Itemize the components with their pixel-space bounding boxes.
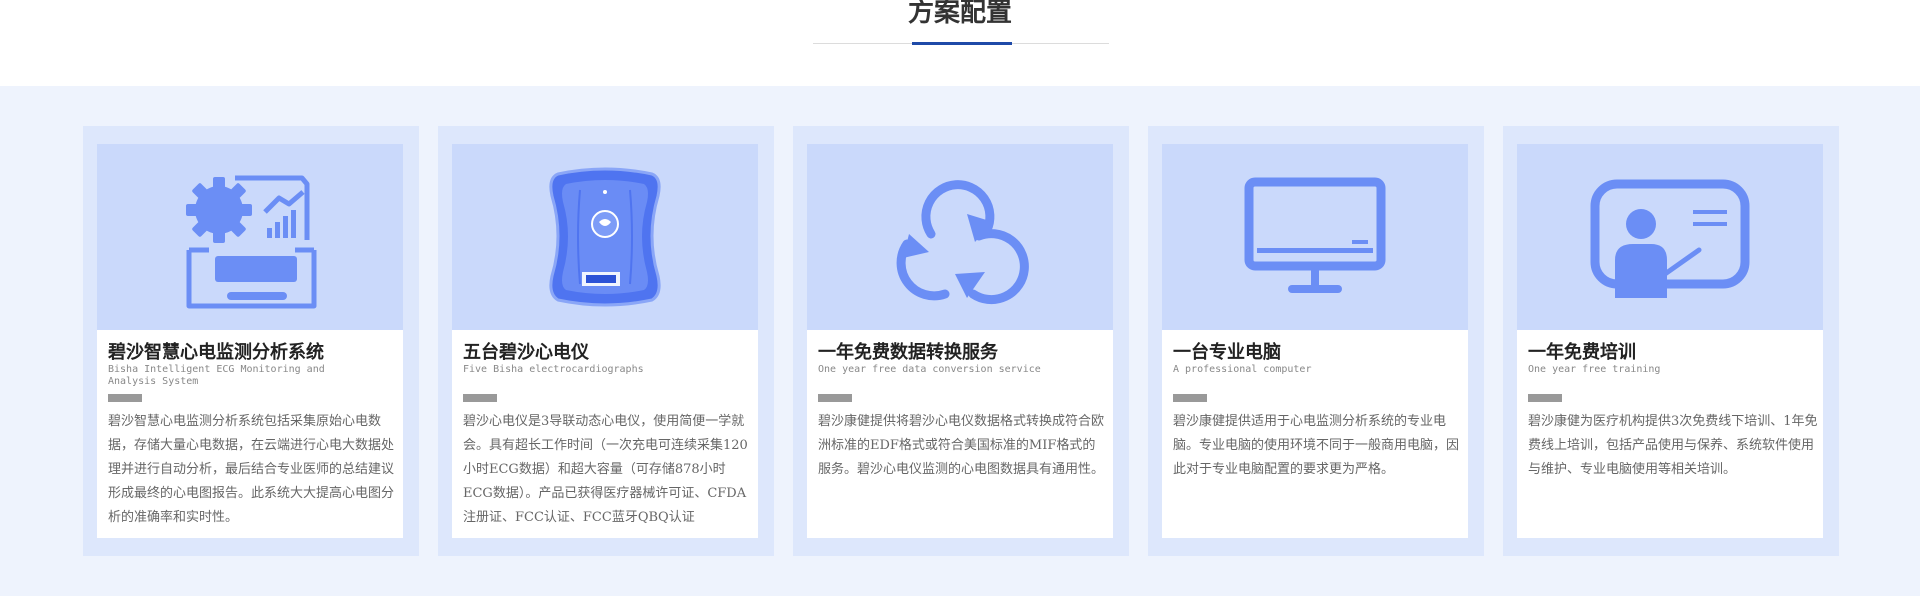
card-subtitle: A professional computer [1173,364,1312,375]
card-divider [463,394,497,402]
solution-card-computer[interactable]: 一台专业电脑 A professional computer 碧沙康健提供适用于… [1148,126,1484,556]
section-header: 方案配置 [0,0,1920,86]
card-title: 一台专业电脑 [1173,342,1281,363]
card-divider [1173,394,1207,402]
solution-card-devices[interactable]: 五台碧沙心电仪 Five Bisha electrocardiographs 碧… [438,126,774,556]
card-subtitle: Bisha Intelligent ECG Monitoring and Ana… [108,364,325,387]
card-title: 一年免费数据转换服务 [818,342,998,363]
card-image [1162,144,1468,330]
card-subtitle: One year free training [1528,364,1661,375]
card-body: 一年免费数据转换服务 One year free data conversion… [807,144,1113,538]
card-subtitle: One year free data conversion service [818,364,1041,375]
card-body: 一台专业电脑 A professional computer 碧沙康健提供适用于… [1162,144,1468,538]
card-description: 碧沙康健提供适用于心电监测分析系统的专业电脑。专业电脑的使用环境不同于一般商用电… [1173,414,1460,477]
section-title: 方案配置 [907,0,1012,28]
solution-card-system[interactable]: 碧沙智慧心电监测分析系统 Bisha Intelligent ECG Monit… [83,126,419,556]
cloud-sync-icon [896,180,1029,305]
card-body: 五台碧沙心电仪 Five Bisha electrocardiographs 碧… [452,144,758,538]
solution-card-data-service[interactable]: 一年免费数据转换服务 One year free data conversion… [793,126,1129,556]
training-board-icon [1590,179,1750,298]
card-divider [108,394,142,402]
card-image [97,144,403,330]
card-image [1517,144,1823,330]
gear-analytics-tray-icon [186,175,317,309]
card-divider [1528,394,1562,402]
card-title: 一年免费培训 [1528,342,1636,363]
title-accent-bar [912,42,1012,45]
card-image [452,144,758,330]
solution-card-training[interactable]: 一年免费培训 One year free training 碧沙康健为医疗机构提… [1503,126,1839,556]
card-title: 碧沙智慧心电监测分析系统 [108,342,324,363]
card-body: 一年免费培训 One year free training 碧沙康健为医疗机构提… [1517,144,1823,538]
card-title: 五台碧沙心电仪 [463,342,589,363]
card-description: 碧沙心电仪是3导联动态心电仪，使用简便一学就会。具有超长工作时间（一次充电可连续… [463,414,748,525]
ecg-device-icon [549,167,661,307]
card-subtitle: Five Bisha electrocardiographs [463,364,644,375]
card-description: 碧沙康健提供将碧沙心电仪数据格式转换成符合欧洲标准的EDF格式或符合美国标准的M… [818,414,1105,477]
card-divider [818,394,852,402]
card-body: 碧沙智慧心电监测分析系统 Bisha Intelligent ECG Monit… [97,144,403,538]
card-description: 碧沙康健为医疗机构提供3次免费线下培训、1年免费线上培训，包括产品使用与保养、系… [1528,414,1818,477]
monitor-icon [1244,177,1386,293]
card-description: 碧沙智慧心电监测分析系统包括采集原始心电数据，存储大量心电数据，在云端进行心电大… [108,414,395,525]
card-image [807,144,1113,330]
